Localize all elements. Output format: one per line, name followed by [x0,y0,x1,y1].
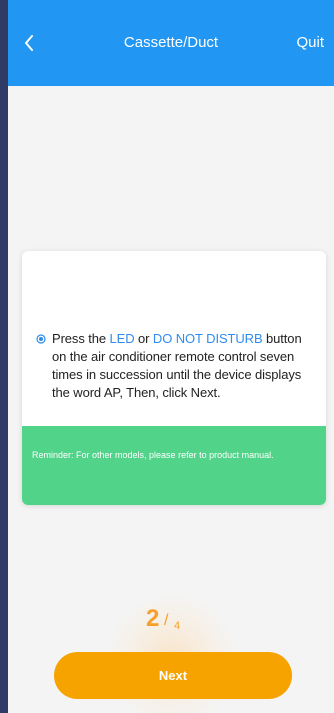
top-app-bar: Cassette/Duct Quit [8,0,334,86]
step-total: 4 [174,620,181,632]
step-slash: / [164,612,169,629]
quit-button[interactable]: Quit [296,34,324,52]
instruction-prefix: Press the [52,331,110,346]
instruction-or: or [134,331,153,346]
back-button[interactable] [18,30,40,56]
dnd-highlight: DO NOT DISTURB [152,331,263,346]
next-button[interactable]: Next [54,652,292,699]
radio-dot-icon [36,334,46,344]
instruction-text: Press the LED or DO NOT DISTURB button o… [52,330,316,402]
instruction-row: Press the LED or DO NOT DISTURB button o… [36,330,316,402]
led-highlight: LED [109,331,135,346]
instruction-card: Press the LED or DO NOT DISTURB button o… [22,251,326,505]
reminder-text: Reminder: For other models, please refer… [32,450,274,460]
chevron-left-icon [25,35,33,51]
app-screen: Cassette/Duct Quit Press the LED or DO N… [8,0,334,713]
reminder-banner: Reminder: For other models, please refer… [22,426,326,505]
step-indicator: 2 / 4 [146,606,206,636]
left-edge-strip [0,0,8,713]
step-current: 2 [146,605,160,632]
page-title: Cassette/Duct [123,34,219,51]
